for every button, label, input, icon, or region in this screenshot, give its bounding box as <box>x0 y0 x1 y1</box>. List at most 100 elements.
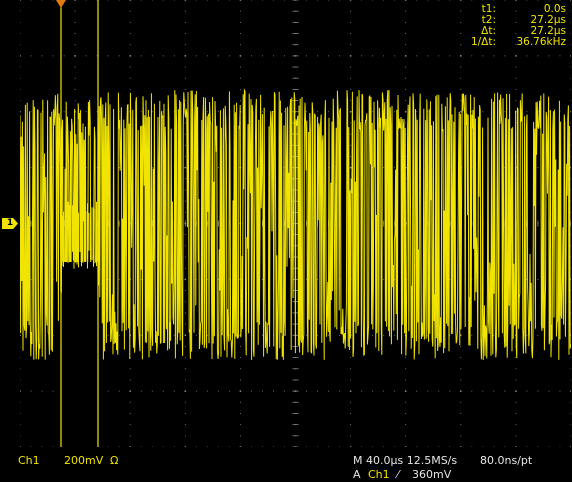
trigger-source[interactable]: Ch1 <box>368 469 390 481</box>
graticule-dot <box>570 390 571 393</box>
graticule-dot <box>537 446 539 447</box>
graticule-dot <box>350 133 352 135</box>
volts-per-div[interactable]: 200mV <box>64 455 103 467</box>
graticule-dot <box>570 301 571 303</box>
graticule-dot <box>438 390 440 392</box>
graticule-dot <box>427 446 429 447</box>
graticule-dot <box>20 345 21 347</box>
graticule-dot <box>537 278 539 280</box>
trigger-slope-icon[interactable]: ⁄ <box>397 469 399 481</box>
graticule-dot <box>129 412 131 414</box>
waveform-screen[interactable] <box>20 0 571 447</box>
graticule-dot <box>471 111 473 113</box>
graticule-dot <box>570 200 571 202</box>
graticule-dot <box>283 111 285 113</box>
oscilloscope-display: 1 t1: 0.0s t2: 27.2µs Δt: 27.2µs 1/Δt: 3… <box>0 0 572 482</box>
graticule-dot <box>548 390 550 392</box>
graticule-dot <box>306 446 308 447</box>
graticule-dot <box>383 278 385 280</box>
graticule-dot <box>460 33 462 35</box>
graticule-dot <box>515 379 517 381</box>
graticule-dot <box>349 166 352 169</box>
graticule-dot <box>52 55 54 57</box>
graticule-dot <box>184 323 186 325</box>
graticule-dot <box>339 0 341 1</box>
graticule-dot <box>63 111 65 113</box>
graticule-dot <box>217 0 219 1</box>
graticule-dot <box>427 55 429 57</box>
graticule-dot <box>471 390 473 392</box>
graticule-dot <box>184 33 186 35</box>
graticule-dot <box>41 446 43 447</box>
graticule-dot <box>570 110 571 113</box>
graticule-dot <box>394 390 396 392</box>
graticule-dot <box>239 390 242 393</box>
graticule-dot <box>504 390 506 392</box>
graticule-dot <box>570 10 571 12</box>
graticule-dot <box>405 379 407 381</box>
graticule-dot <box>239 33 241 35</box>
graticule-dot <box>405 21 407 23</box>
graticule-dot <box>140 390 142 392</box>
graticule-dot <box>459 446 462 447</box>
graticule-dot <box>107 446 109 447</box>
graticule-dot <box>459 390 462 393</box>
graticule-dot <box>405 44 407 46</box>
graticule-dot <box>460 412 462 414</box>
graticule-dot <box>173 390 175 392</box>
waveform-plot <box>20 0 571 447</box>
graticule-dot <box>350 401 352 403</box>
graticule-dot <box>350 412 352 414</box>
graticule-dot <box>515 446 517 447</box>
ch1-ground-marker[interactable]: 1 <box>2 218 18 229</box>
graticule-dot <box>515 88 517 90</box>
graticule-dot <box>570 100 571 102</box>
graticule-dot <box>515 77 517 79</box>
graticule-dot <box>372 446 374 447</box>
graticule-dot <box>405 401 407 403</box>
graticule-dot <box>317 111 319 113</box>
graticule-dot <box>427 0 429 1</box>
graticule-dot <box>129 66 131 68</box>
graticule-dot <box>184 357 186 359</box>
graticule-dot <box>30 55 32 57</box>
timebase-readout[interactable]: M 40.0µs 12.5MS/s <box>353 455 457 467</box>
graticule-dot <box>394 446 396 447</box>
graticule-dot <box>449 446 451 447</box>
graticule-dot <box>272 55 274 57</box>
graticule-dot <box>526 111 528 113</box>
graticule-dot <box>184 21 186 23</box>
graticule-dot <box>339 55 341 57</box>
graticule-dot <box>129 10 131 12</box>
graticule-dot <box>184 88 186 90</box>
graticule-dot <box>438 55 440 57</box>
graticule-dot <box>250 446 252 447</box>
graticule-dot <box>283 0 285 1</box>
graticule-dot <box>570 166 571 169</box>
graticule-dot <box>460 21 462 23</box>
graticule-dot <box>184 290 186 292</box>
graticule-dot <box>350 144 352 146</box>
graticule-dot <box>173 334 175 336</box>
graticule-dot <box>118 55 120 57</box>
graticule-dot <box>195 0 197 1</box>
graticule-dot <box>361 390 363 392</box>
graticule-dot <box>118 167 120 169</box>
channel-label[interactable]: Ch1 <box>18 455 40 467</box>
graticule-dot <box>493 334 495 336</box>
graticule-dot <box>526 0 528 1</box>
graticule-dot <box>570 44 571 46</box>
graticule-dot <box>394 167 396 169</box>
graticule-dot <box>195 55 197 57</box>
trigger-level[interactable]: 360mV <box>412 469 451 481</box>
graticule-dot <box>459 0 462 1</box>
graticule-dot <box>350 10 352 12</box>
trigger-prefix: A <box>353 468 361 481</box>
graticule-dot <box>162 0 164 1</box>
graticule-dot <box>20 368 21 370</box>
graticule-dot <box>427 390 429 392</box>
graticule-dot <box>361 55 363 57</box>
graticule-dot <box>405 368 407 370</box>
graticule-dot <box>493 55 495 57</box>
graticule-dot <box>206 446 208 447</box>
